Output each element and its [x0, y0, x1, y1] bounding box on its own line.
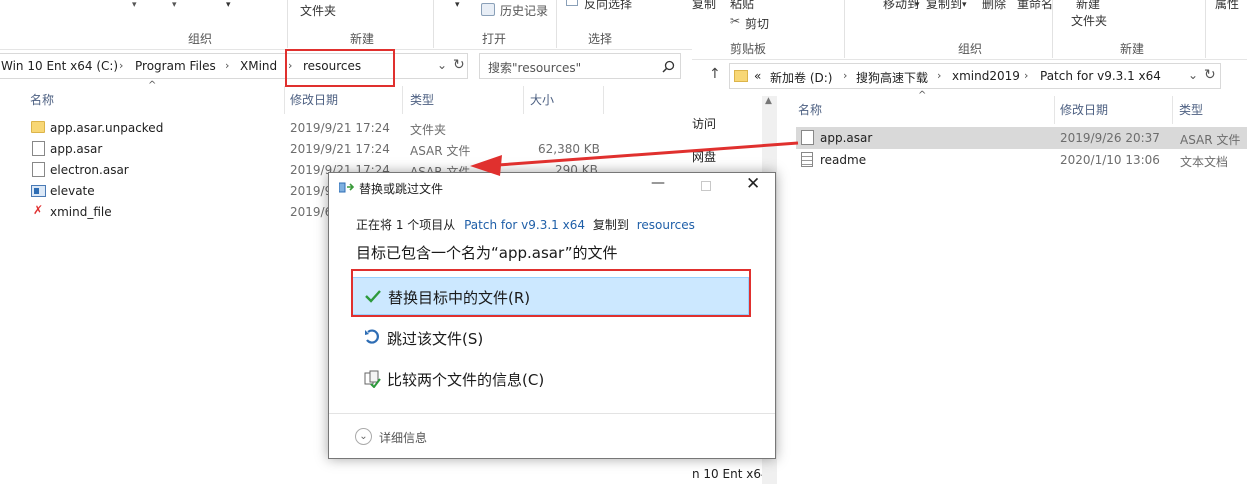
annotation-arrow	[470, 141, 799, 176]
